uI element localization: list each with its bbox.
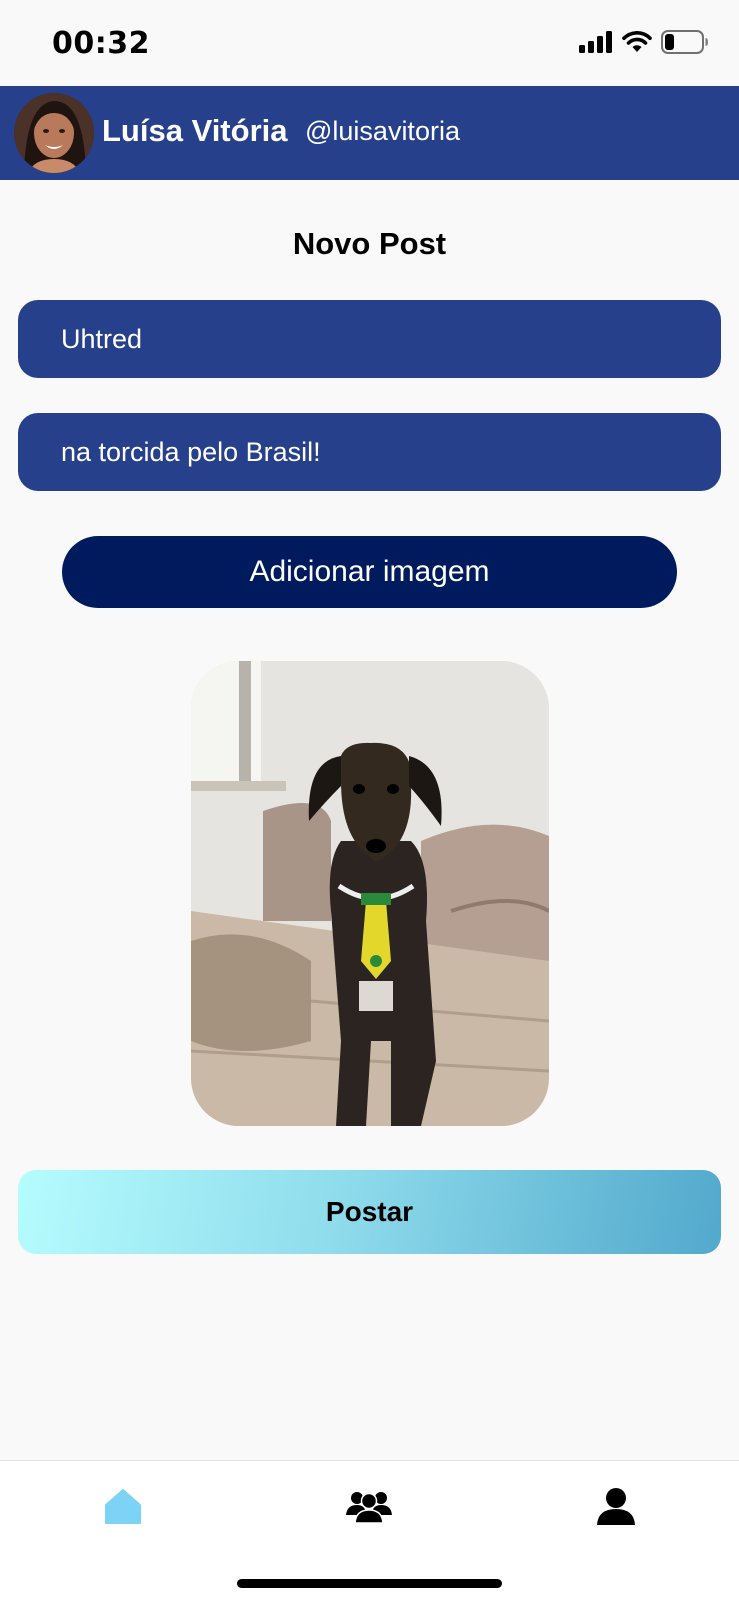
status-time: 00:32 xyxy=(52,26,150,61)
user-handle: @luisavitoria xyxy=(305,116,460,146)
new-post-screen: 00:32 Luísa Vitória @luisavitoria Novo P… xyxy=(0,0,739,1600)
bottom-nav xyxy=(0,1460,739,1600)
user-name: Luísa Vitória xyxy=(102,113,288,148)
pet-name-input[interactable]: Uhtred xyxy=(18,300,721,378)
status-bar: 00:32 xyxy=(0,0,739,86)
battery-icon xyxy=(661,29,709,59)
profile-header: Luísa Vitória @luisavitoria xyxy=(0,86,739,180)
status-icons xyxy=(579,29,709,59)
home-indicator xyxy=(237,1579,502,1588)
add-image-button[interactable]: Adicionar imagem xyxy=(62,536,677,608)
avatar[interactable] xyxy=(14,93,94,173)
post-button[interactable]: Postar xyxy=(18,1170,721,1254)
nav-profile[interactable] xyxy=(586,1483,646,1533)
page-title: Novo Post xyxy=(292,226,447,261)
signal-icon xyxy=(579,30,613,58)
caption-input[interactable]: na torcida pelo Brasil! xyxy=(18,413,721,491)
post-image-preview xyxy=(191,661,549,1126)
profile-icon xyxy=(597,1487,635,1530)
wifi-icon xyxy=(622,30,652,58)
nav-friends[interactable] xyxy=(339,1483,399,1533)
home-icon xyxy=(105,1488,141,1529)
nav-home[interactable] xyxy=(93,1483,153,1533)
group-icon xyxy=(346,1489,392,1528)
